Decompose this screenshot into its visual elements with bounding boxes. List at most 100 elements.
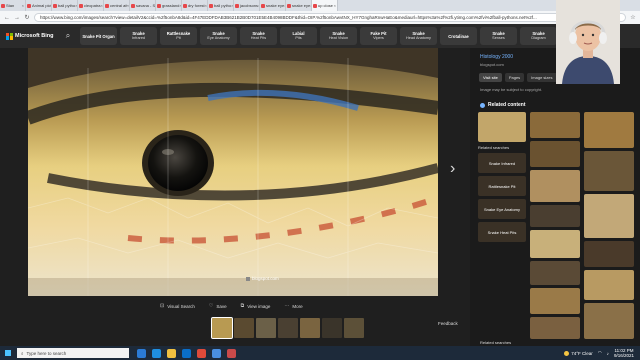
back-icon[interactable]: ← [4,15,10,21]
thumbnail-item[interactable] [256,318,276,338]
visual-search-button[interactable]: ⊡ Visual Search [160,303,195,309]
thumbnail-item[interactable] [211,317,233,339]
browser-tab[interactable]: Animal pictu× [26,0,52,11]
clock[interactable]: 11:02 PM 9/16/2021 [614,348,634,358]
browser-tab[interactable]: central afr × [104,0,130,11]
bing-logo[interactable]: Microsoft Bing [6,32,62,40]
related-image[interactable] [478,112,526,142]
weather-text: 74°F Clear [571,350,593,356]
related-image[interactable] [584,270,634,300]
browser-tab[interactable]: ball pytho × [52,0,78,11]
browser-tab[interactable]: Stan × [0,0,26,11]
thumbnail-item[interactable] [300,318,320,338]
forward-icon[interactable]: → [14,15,20,21]
browser-tab[interactable]: ball pytho × [208,0,234,11]
related-search-item[interactable]: Snake Eye Anatomy [478,199,526,219]
browser-tab[interactable]: savana - S× [130,0,156,11]
more-button[interactable]: ⋯ More [284,303,302,309]
address-bar[interactable]: https://www.bing.com/images/search?view=… [34,13,626,22]
browser-tab[interactable]: cleopatra × [78,0,104,11]
next-image-icon[interactable]: › [450,160,455,178]
tab-close-icon[interactable]: × [100,3,102,8]
tab-close-icon[interactable]: × [334,3,336,8]
related-image[interactable] [530,141,580,167]
reload-icon[interactable]: ↻ [24,14,30,21]
browser-tab[interactable]: jacobsons× [234,0,260,11]
related-image[interactable] [584,112,634,148]
related-image[interactable] [530,230,580,258]
mail-icon[interactable] [212,348,221,358]
related-chip[interactable]: Crotalinae [440,27,477,45]
related-image[interactable] [584,241,634,267]
thumbnail-item[interactable] [322,318,342,338]
thumbnail-item[interactable] [344,318,364,338]
search-icon[interactable]: ⌕ [62,31,74,41]
related-chip[interactable]: Rattlesnake Pit [160,27,197,45]
network-icon[interactable]: ◠ [598,350,602,356]
store-icon[interactable] [182,348,191,358]
tab-close-icon[interactable]: × [22,3,24,8]
chip-subtitle: Heat Vision [328,36,349,40]
feedback-link[interactable]: Feedback [438,321,458,326]
related-image[interactable] [584,194,634,238]
tab-favicon-icon [53,3,57,8]
tab-favicon-icon [209,3,213,8]
thumbnail-item[interactable] [234,318,254,338]
related-search-item[interactable]: Rattlesnake Pit [478,176,526,196]
details-panel: Histology 2000 blogspot.com Visit site Pa… [474,48,640,346]
related-content-icon [480,102,485,108]
related-image[interactable] [530,170,580,202]
related-chip[interactable]: Snake Senses [480,27,517,45]
related-chips: Snake Pit Organ Snake Infrared Rattlesnake P… [80,27,557,45]
image-source-credit[interactable]: blogspot.com [246,276,279,281]
chrome-icon[interactable] [197,348,206,358]
microsoft-logo-icon [6,32,13,40]
thumbnail-item[interactable] [278,318,298,338]
related-chip[interactable]: Snake Heat Vision [320,27,357,45]
tab-close-icon[interactable]: × [205,3,207,8]
related-image[interactable] [530,317,580,339]
star-icon[interactable]: ☆ [630,14,636,21]
related-chip[interactable]: Fake Pit Vipers [360,27,397,45]
edge-icon[interactable] [152,348,161,358]
related-chip[interactable]: Labial Pits [280,27,317,45]
image-sizes-button[interactable]: Image sizes [527,73,557,82]
related-search-item[interactable]: Snake Heat Pits [478,222,526,242]
related-chip[interactable]: Snake Eye Anatomy [200,27,237,45]
recorder-icon[interactable] [227,348,236,358]
related-search-item[interactable]: Snake Infrared [478,153,526,173]
related-chip[interactable]: Snake Pit Organ [80,27,117,45]
source-site[interactable]: blogspot.com [480,62,504,67]
volume-icon[interactable]: ♪ [607,351,609,356]
browser-tab[interactable]: up close × [312,0,338,11]
tab-label: Animal pictu [32,3,52,8]
related-chip[interactable]: Snake Diagram [520,27,557,45]
related-image[interactable] [530,112,580,138]
browser-tab[interactable]: dry forest × [182,0,208,11]
browser-tab[interactable]: snake eye× [286,0,312,11]
windows-start-icon[interactable] [5,350,11,356]
related-chip[interactable]: Snake Infrared [120,27,157,45]
related-chip[interactable]: Snake Heat Pits [240,27,277,45]
taskbar-search[interactable]: ⌕ Type here to search [17,348,129,358]
image-title-link[interactable]: Histology 2000 [480,54,513,60]
related-image[interactable] [584,303,634,339]
file-explorer-icon[interactable] [167,348,176,358]
related-chip[interactable]: Snake Head Anatomy [400,27,437,45]
weather-widget[interactable]: 74°F Clear [564,350,593,356]
view-image-button[interactable]: ⧉ View image [241,303,271,309]
visual-search-icon: ⊡ [160,303,165,309]
pages-button[interactable]: Pages [504,73,525,82]
visit-site-button[interactable]: Visit site [479,73,502,82]
browser-tab[interactable]: grassland × [156,0,182,11]
task-view-icon[interactable] [137,348,146,358]
browser-tab[interactable]: snake eye× [260,0,286,11]
related-searches-footer[interactable]: Related searches [480,340,511,345]
related-image[interactable] [584,151,634,191]
related-column-3 [584,112,634,342]
main-image-snake-eye[interactable]: blogspot.com [28,48,438,296]
save-button[interactable]: ♡ Save [209,303,227,309]
related-image[interactable] [530,261,580,285]
related-image[interactable] [530,205,580,227]
related-image[interactable] [530,288,580,314]
